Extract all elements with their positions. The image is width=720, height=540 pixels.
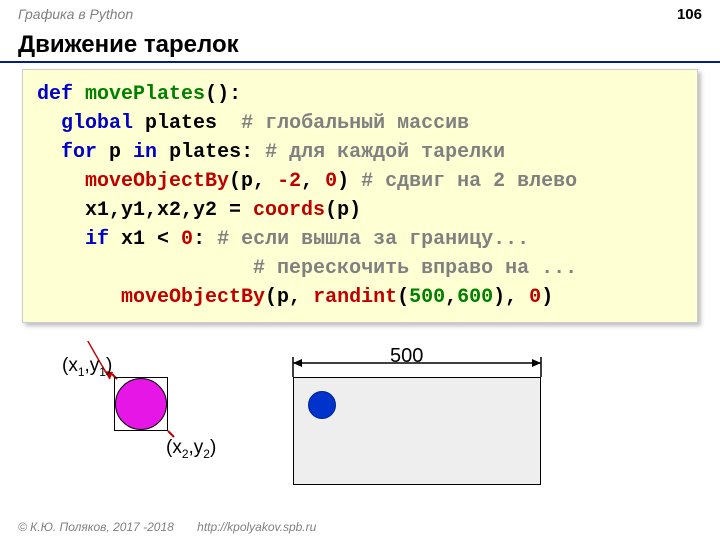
paren: (p, (265, 286, 313, 309)
indent (37, 170, 85, 193)
lbl-part: (x (62, 355, 78, 376)
slide-title: Движение тарелок (0, 23, 720, 63)
indent (37, 286, 121, 309)
paren: ) (493, 286, 505, 309)
blue-plate (308, 391, 336, 419)
fn-call: randint (313, 286, 397, 309)
num: 0 (529, 286, 541, 309)
dimension-label: 500 (390, 345, 423, 368)
paren: ) (337, 170, 361, 193)
comment: # для каждой тарелки (265, 141, 505, 164)
comma: , (301, 170, 325, 193)
num: 600 (457, 286, 493, 309)
fn-name: movePlates (85, 83, 205, 106)
cond: x1 < (109, 228, 181, 251)
footer-link[interactable]: http://kpolyakov.spb.ru (197, 520, 316, 534)
num: 0 (181, 228, 193, 251)
diagram: (x1,y1) (x2,y2) 500 (0, 341, 720, 511)
indent (37, 199, 85, 222)
arrowhead-icon (532, 359, 541, 367)
indent (37, 112, 61, 135)
arrowhead-icon (293, 359, 302, 367)
comment: # перескочить вправо на ... (253, 257, 577, 280)
comment: # глобальный массив (241, 112, 469, 135)
assign-lhs: x1,y1,x2,y2 = (85, 199, 253, 222)
comment: # сдвиг на 2 влево (361, 170, 577, 193)
coord-label-bottom: (x2,y2) (166, 437, 216, 461)
page-number: 106 (677, 6, 702, 23)
indent (37, 141, 61, 164)
fn-call: coords (253, 199, 325, 222)
lbl-sub: 1 (78, 365, 85, 379)
colon: : (193, 228, 217, 251)
lbl-part: (x (166, 437, 182, 458)
iter-target: plates: (157, 141, 265, 164)
kw-def: def (37, 83, 73, 106)
fn-call: moveObjectBy (121, 286, 265, 309)
lbl-part: ) (106, 355, 112, 376)
paren: (p, (229, 170, 277, 193)
num: -2 (277, 170, 301, 193)
lbl-part: ,y (85, 355, 100, 376)
fn-call: moveObjectBy (85, 170, 229, 193)
kw-in: in (133, 141, 157, 164)
num: 500 (409, 286, 445, 309)
footer: © К.Ю. Поляков, 2017 -2018 http://kpolya… (18, 520, 316, 534)
num: 0 (325, 170, 337, 193)
kw-if: if (85, 228, 109, 251)
lbl-part: ,y (189, 437, 204, 458)
kw-global: global (61, 112, 133, 135)
paren: ( (397, 286, 409, 309)
lbl-sub: 1 (99, 365, 106, 379)
kw-for: for (61, 141, 97, 164)
args: (p) (325, 199, 361, 222)
comma: , (445, 286, 457, 309)
indent (37, 228, 85, 251)
lbl-part: ) (210, 437, 216, 458)
loop-var: p (97, 141, 133, 164)
lbl-sub: 2 (182, 447, 189, 461)
indent (37, 257, 253, 280)
lbl-sub: 2 (203, 447, 210, 461)
comma: , (505, 286, 529, 309)
copyright: © К.Ю. Поляков, 2017 -2018 (18, 520, 174, 534)
course-name: Графика в Python (18, 6, 133, 23)
var-plates: plates (133, 112, 241, 135)
parens: (): (205, 83, 241, 106)
plate-circle (115, 378, 167, 430)
comment: # если вышла за границу... (217, 228, 529, 251)
code-block: def movePlates(): global plates # глобал… (22, 69, 698, 323)
paren: ) (541, 286, 553, 309)
coord-label-top: (x1,y1) (62, 355, 112, 379)
header-bar: Графика в Python 106 (0, 0, 720, 23)
